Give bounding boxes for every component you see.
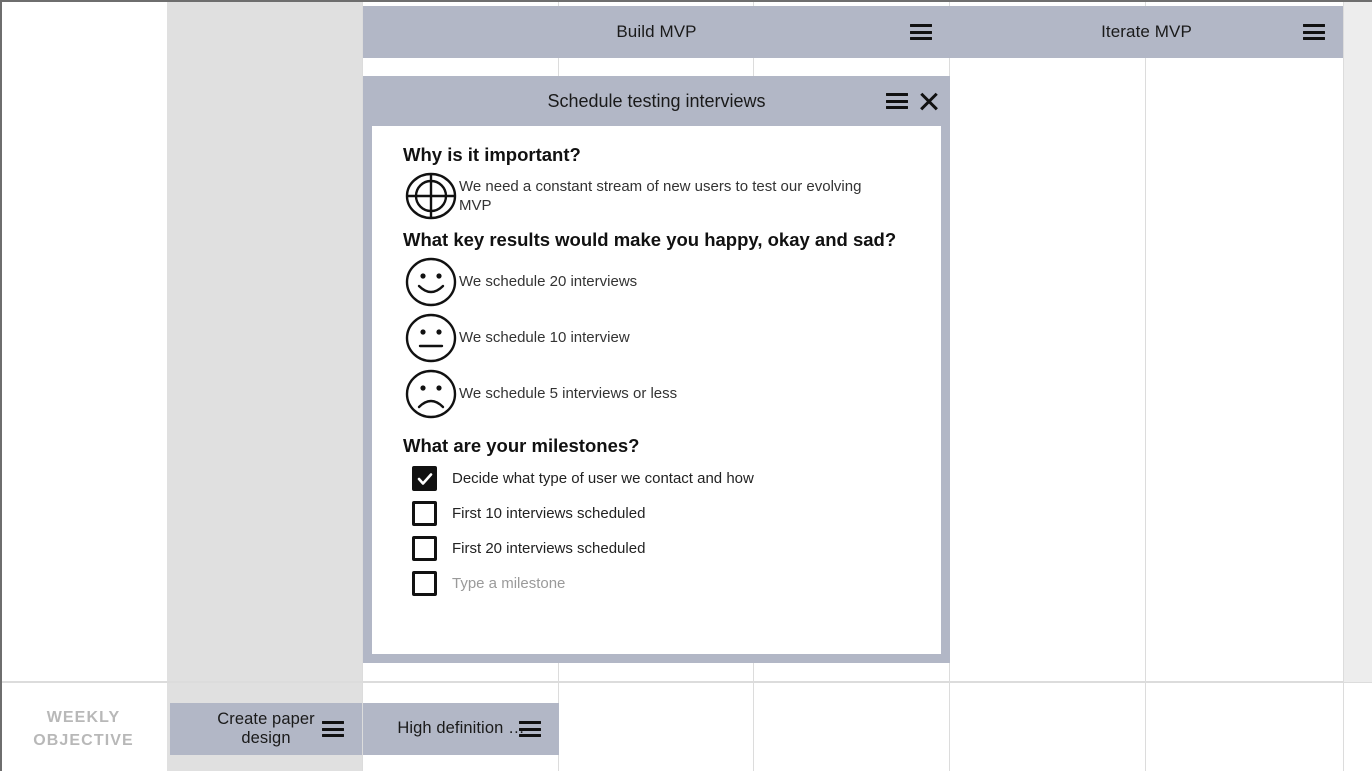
card-title: Build MVP	[616, 21, 697, 41]
card-iterate-mvp[interactable]: Iterate MVP	[950, 6, 1343, 58]
sad-face-icon	[403, 369, 459, 419]
card-title: Iterate MVP	[1101, 21, 1192, 41]
key-result-text: We schedule 10 interview	[459, 329, 630, 347]
section-heading-milestones: What are your milestones?	[403, 434, 640, 456]
weekly-objective-label: WEEKLY OBJECTIVE	[0, 700, 167, 758]
neutral-face-icon	[403, 313, 459, 363]
milestone-item-new[interactable]: Type a milestone	[412, 571, 917, 597]
key-result-row: We schedule 20 interviews	[403, 257, 917, 307]
milestone-placeholder[interactable]: Type a milestone	[452, 575, 565, 592]
section-heading-key-results: What key results would make you happy, o…	[403, 228, 897, 250]
board-top-border	[0, 0, 1372, 2]
hamburger-menu-icon[interactable]	[1303, 24, 1325, 40]
hamburger-menu-icon[interactable]	[322, 721, 344, 737]
card-create-paper-design[interactable]: Create paper design	[170, 703, 362, 755]
grid-line-vertical	[1145, 0, 1146, 771]
modal-body: Why is it important? We need a constant …	[372, 126, 941, 654]
board-left-border	[0, 0, 2, 771]
hamburger-menu-icon[interactable]	[519, 721, 541, 737]
weekly-objective-line-2: OBJECTIVE	[33, 732, 134, 749]
why-text: We need a constant stream of new users t…	[459, 177, 862, 214]
close-x-icon[interactable]	[918, 90, 940, 112]
section-heading-why: Why is it important?	[403, 144, 581, 165]
modal-title: Schedule testing interviews	[547, 90, 766, 111]
hamburger-menu-icon[interactable]	[886, 93, 908, 109]
weekly-objective-line-1: WEEKLY	[46, 708, 121, 726]
milestone-checkbox[interactable]	[412, 536, 437, 562]
key-result-row: We schedule 10 interview	[403, 313, 917, 363]
board-scrollbar[interactable]	[1344, 2, 1372, 682]
key-result-row: We schedule 5 interviews or less	[403, 369, 917, 419]
board-column-highlight	[167, 0, 363, 771]
key-result-text: We schedule 20 interviews	[459, 273, 638, 291]
card-detail-modal: Schedule testing interviews Why is it im…	[363, 76, 950, 663]
milestone-label: First 10 interviews scheduled	[452, 505, 646, 523]
milestone-item[interactable]: Decide what type of user we contact and …	[412, 466, 917, 492]
happy-face-icon	[403, 257, 459, 307]
milestone-checkbox[interactable]	[412, 466, 437, 492]
hamburger-menu-icon[interactable]	[910, 24, 932, 40]
milestone-label: First 20 interviews scheduled	[452, 540, 646, 558]
milestone-item[interactable]: First 10 interviews scheduled	[412, 501, 917, 527]
grid-line-horizontal	[0, 681, 1372, 683]
milestone-label: Decide what type of user we contact and …	[452, 470, 754, 488]
card-high-definition[interactable]: High definition …	[363, 703, 559, 755]
modal-header: Schedule testing interviews	[363, 76, 950, 126]
milestone-checkbox[interactable]	[412, 571, 437, 597]
card-title: Create paper design	[217, 709, 315, 747]
card-build-mvp[interactable]: Build MVP	[363, 6, 950, 58]
why-row: We need a constant stream of new users t…	[403, 172, 917, 220]
key-result-text: We schedule 5 interviews or less	[459, 385, 678, 403]
milestone-item[interactable]: First 20 interviews scheduled	[412, 536, 917, 562]
target-icon	[403, 172, 459, 220]
board-canvas: Build MVP Iterate MVP WEEKLY OBJECTIVE C…	[0, 0, 1372, 771]
milestone-checkbox[interactable]	[412, 501, 437, 527]
card-title: High definition …	[397, 719, 525, 738]
